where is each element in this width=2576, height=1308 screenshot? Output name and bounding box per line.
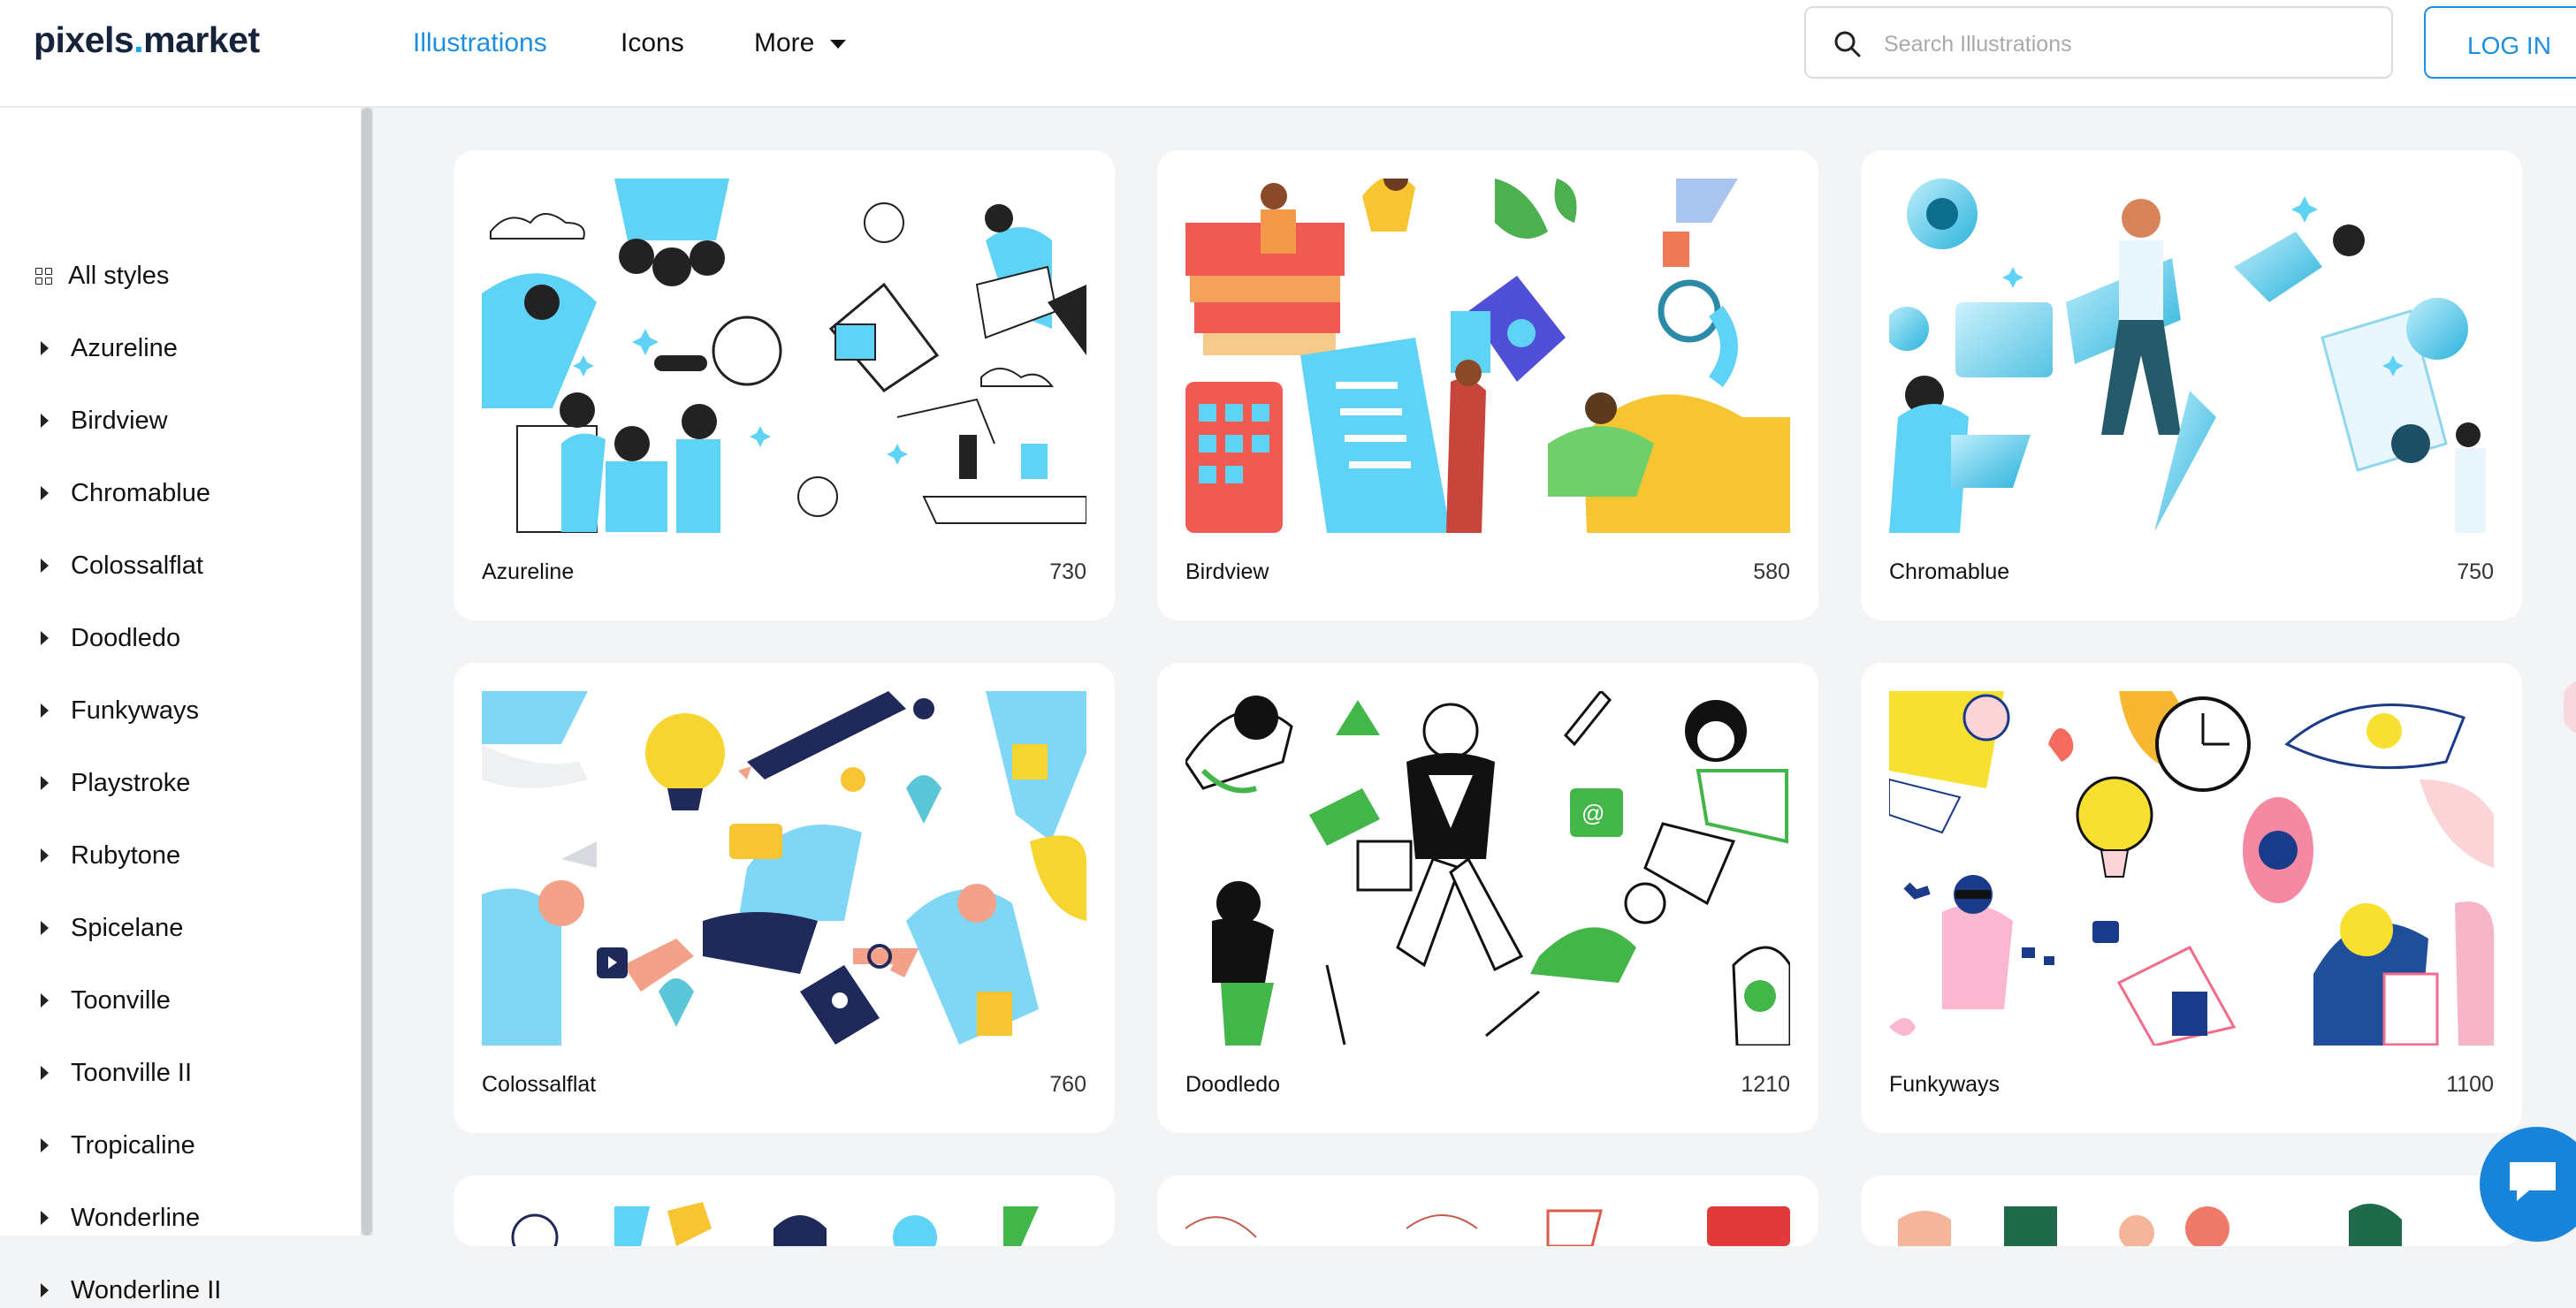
style-card-partial[interactable] xyxy=(1157,1175,1818,1246)
grid-icon xyxy=(35,267,52,285)
caret-right-icon xyxy=(41,848,49,863)
sidebar-item-label: Wonderline II xyxy=(71,1275,222,1304)
card-count: 1210 xyxy=(1741,1072,1790,1097)
sidebar-item-label: All styles xyxy=(68,261,170,290)
sidebar-item-playstroke[interactable]: Playstroke xyxy=(35,765,190,801)
style-card-doodledo[interactable]: @ Doodledo 1210 xyxy=(1157,663,1818,1133)
sidebar-item-wonderline-ii[interactable]: Wonderline II xyxy=(35,1273,221,1308)
login-button[interactable]: LOG IN xyxy=(2424,6,2576,79)
nav-illustrations[interactable]: Illustrations xyxy=(413,28,547,58)
logo-text-main: pixels xyxy=(34,19,134,60)
logo-text-rest: market xyxy=(143,19,260,60)
style-card-azureline[interactable]: Azureline 730 xyxy=(453,150,1115,620)
caret-right-icon xyxy=(41,1066,49,1080)
nav-more-label: More xyxy=(754,28,815,57)
card-count: 760 xyxy=(1049,1072,1086,1097)
sidebar-item-label: Tropicaline xyxy=(71,1130,195,1160)
style-card-birdview[interactable]: Birdview 580 xyxy=(1157,150,1818,620)
card-count: 580 xyxy=(1753,559,1790,584)
search-icon xyxy=(1834,31,1861,57)
style-card-partial[interactable] xyxy=(1861,1175,2522,1246)
caret-right-icon xyxy=(41,703,49,718)
illustration-preview xyxy=(511,1202,1039,1246)
sidebar-item-tropicaline[interactable]: Tropicaline xyxy=(35,1128,195,1163)
illustration-preview xyxy=(482,691,1086,1046)
card-title: Birdview xyxy=(1185,559,1269,584)
caret-right-icon xyxy=(41,776,49,790)
sidebar-item-azureline[interactable]: Azureline xyxy=(35,331,178,366)
card-count: 750 xyxy=(2457,559,2494,584)
caret-right-icon xyxy=(41,1283,49,1297)
sidebar-item-all-styles[interactable]: All styles xyxy=(35,258,169,293)
logo-dot: . xyxy=(133,19,144,60)
sidebar-item-label: Colossalflat xyxy=(71,551,203,580)
sidebar-item-label: Playstroke xyxy=(71,768,191,797)
nav-icons[interactable]: Icons xyxy=(621,28,684,58)
illustration-preview xyxy=(1185,1206,1790,1246)
sidebar-item-label: Doodledo xyxy=(71,623,181,652)
caret-right-icon xyxy=(41,921,49,935)
floating-badge-partial[interactable] xyxy=(2564,681,2576,734)
sidebar-item-toonville-ii[interactable]: Toonville II xyxy=(35,1055,192,1091)
style-card-partial[interactable] xyxy=(453,1175,1115,1246)
sidebar-item-label: Rubytone xyxy=(71,840,181,870)
caret-right-icon xyxy=(41,1211,49,1225)
caret-down-icon xyxy=(830,40,847,49)
sidebar-scroll-thumb[interactable] xyxy=(362,108,372,1236)
caret-right-icon xyxy=(41,559,49,573)
sidebar-item-toonville[interactable]: Toonville xyxy=(35,983,171,1018)
card-count: 1100 xyxy=(2446,1072,2494,1097)
sidebar-item-label: Birdview xyxy=(71,406,168,435)
top-header: pixels.market Illustrations Icons More L… xyxy=(0,0,2576,108)
nav-more-dropdown[interactable]: More xyxy=(754,28,847,58)
sidebar-item-label: Spicelane xyxy=(71,913,184,942)
illustration-preview: @ xyxy=(1185,691,1790,1046)
caret-right-icon xyxy=(41,486,49,500)
sidebar-item-label: Funkyways xyxy=(71,696,200,725)
sidebar-item-label: Toonville xyxy=(71,985,171,1015)
illustration-preview xyxy=(1185,179,1790,533)
caret-right-icon xyxy=(41,993,49,1008)
search-input[interactable] xyxy=(1882,24,2363,65)
illustration-preview xyxy=(1889,691,2494,1046)
illustration-preview xyxy=(1898,1204,2402,1246)
chat-bubble-icon xyxy=(2510,1162,2556,1201)
sidebar-item-doodledo[interactable]: Doodledo xyxy=(35,620,180,656)
style-card-chromablue[interactable]: Chromablue 750 xyxy=(1861,150,2522,620)
card-title: Funkyways xyxy=(1889,1072,2001,1097)
card-title: Colossalflat xyxy=(482,1072,597,1097)
sidebar-item-colossalflat[interactable]: Colossalflat xyxy=(35,548,203,583)
card-title: Chromablue xyxy=(1889,559,2010,584)
card-title: Doodledo xyxy=(1185,1072,1281,1097)
caret-right-icon xyxy=(41,414,49,428)
sidebar-item-wonderline[interactable]: Wonderline xyxy=(35,1200,200,1236)
svg-text:@: @ xyxy=(1581,800,1604,826)
card-title: Azureline xyxy=(482,559,575,584)
sidebar-item-birdview[interactable]: Birdview xyxy=(35,403,168,438)
caret-right-icon xyxy=(41,631,49,645)
style-card-colossalflat[interactable]: Colossalflat 760 xyxy=(453,663,1115,1133)
illustration-preview xyxy=(482,179,1086,533)
sidebar-item-label: Chromablue xyxy=(71,478,210,507)
illustration-preview xyxy=(1889,179,2494,533)
sidebar-item-label: Wonderline xyxy=(71,1203,201,1232)
site-logo[interactable]: pixels.market xyxy=(34,19,260,61)
style-card-funkyways[interactable]: Funkyways 1100 xyxy=(1861,663,2522,1133)
sidebar-item-label: Toonville II xyxy=(71,1058,193,1087)
sidebar-item-chromablue[interactable]: Chromablue xyxy=(35,475,210,511)
sidebar-item-funkyways[interactable]: Funkyways xyxy=(35,693,199,728)
search-box[interactable] xyxy=(1804,6,2393,79)
caret-right-icon xyxy=(41,1138,49,1152)
sidebar-item-label: Azureline xyxy=(71,333,178,362)
caret-right-icon xyxy=(41,341,49,355)
sidebar-item-rubytone[interactable]: Rubytone xyxy=(35,838,180,873)
style-sidebar: All styles Azureline Birdview Chromablue… xyxy=(0,108,361,1304)
sidebar-item-spicelane[interactable]: Spicelane xyxy=(35,910,183,946)
card-count: 730 xyxy=(1049,559,1086,584)
